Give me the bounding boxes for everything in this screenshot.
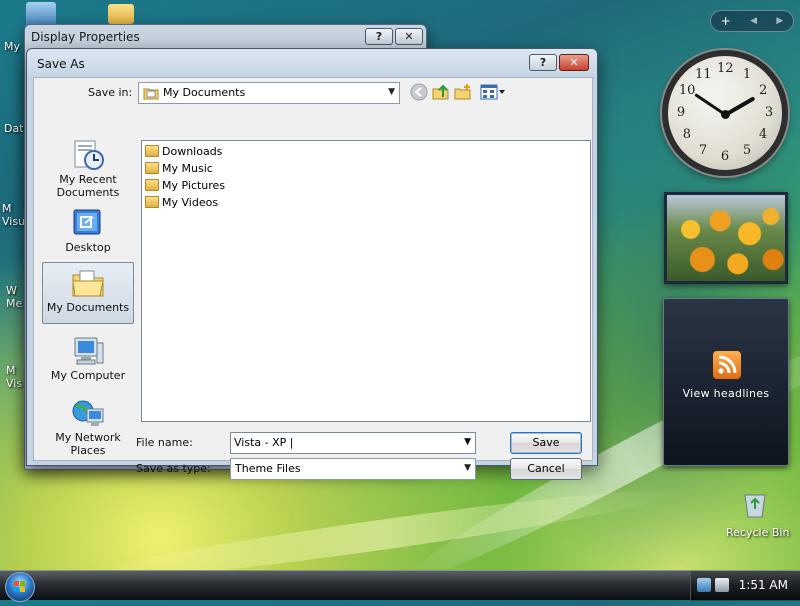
clock-numeral: 1 [742, 66, 752, 82]
previous-page-button[interactable]: ◀ [750, 16, 757, 26]
clock-numeral: 6 [720, 149, 730, 164]
music-folder-icon [145, 162, 159, 174]
my-documents-icon [71, 267, 105, 299]
clock-numeral: 12 [717, 61, 734, 76]
dialog-body: Save in: My Documents ▼ My Recent Docume… [33, 77, 593, 480]
desktop-icon-label[interactable]: M Vis [6, 364, 26, 390]
file-list[interactable]: Downloads My Music My Pictures My Videos [141, 140, 591, 422]
start-button[interactable] [5, 572, 35, 602]
file-name: My Videos [162, 195, 219, 209]
place-desktop[interactable]: Desktop [42, 202, 134, 256]
chevron-down-icon[interactable]: ▼ [464, 437, 471, 447]
place-label: My Documents [46, 301, 130, 314]
chevron-down-icon: ▼ [464, 463, 471, 473]
list-item[interactable]: Downloads [145, 143, 222, 159]
place-label: My Network Places [55, 431, 121, 457]
place-my-computer[interactable]: My Computer [42, 330, 134, 386]
network-icon[interactable] [697, 578, 711, 592]
file-name: Downloads [162, 144, 223, 158]
save-as-type-dropdown[interactable]: Theme Files ▼ [230, 458, 476, 480]
save-in-label: Save in: [88, 86, 133, 99]
list-item[interactable]: My Music [145, 160, 213, 176]
place-label: My Computer [50, 369, 126, 382]
place-label: My Recent Documents [56, 173, 120, 199]
file-name: My Pictures [162, 178, 226, 192]
recycle-bin-label[interactable]: Recycle Bin [726, 526, 789, 539]
my-documents-small-icon [143, 86, 159, 100]
pictures-folder-icon [145, 179, 159, 191]
up-one-level-icon[interactable] [432, 83, 452, 103]
clock-numeral: 11 [695, 66, 712, 82]
file-name-field[interactable]: Vista - XP | ▼ [230, 432, 476, 454]
place-my-documents[interactable]: My Documents [42, 262, 134, 324]
file-name: My Music [162, 161, 213, 175]
window-title: Display Properties [31, 30, 140, 44]
new-folder-icon[interactable] [454, 83, 474, 103]
list-item[interactable]: My Pictures [145, 177, 225, 193]
save-button[interactable]: Save [510, 432, 582, 454]
clock-numeral: 2 [758, 83, 768, 98]
place-label: Desktop [65, 241, 111, 254]
cancel-button[interactable]: Cancel [510, 458, 582, 480]
view-headlines-link[interactable]: View headlines [664, 387, 788, 400]
clock-numeral: 9 [676, 105, 686, 120]
clock-numeral: 10 [678, 83, 696, 98]
slideshow-gadget[interactable] [664, 192, 788, 284]
save-in-value: My Documents [163, 86, 246, 99]
volume-icon[interactable] [715, 578, 729, 592]
rss-icon [713, 351, 741, 379]
place-my-recent-documents[interactable]: My Recent Documents [42, 134, 134, 199]
recent-documents-icon [71, 139, 105, 171]
taskbar: 1:51 AM [0, 570, 800, 602]
save-as-type-label: Save as type: [136, 462, 211, 475]
place-my-network-places[interactable]: My Network Places [42, 392, 134, 460]
system-tray: 1:51 AM [690, 571, 800, 601]
help-button[interactable]: ? [529, 54, 557, 71]
list-item[interactable]: My Videos [145, 194, 218, 210]
views-menu-icon[interactable] [480, 83, 506, 103]
feed-headlines-gadget[interactable]: View headlines [663, 298, 789, 466]
recycle-bin-icon[interactable] [742, 490, 768, 518]
save-as-dialog: Save As ? ✕ Save in: My Documents ▼ My R… [26, 48, 598, 480]
file-name-label: File name: [136, 436, 193, 449]
clock-gadget[interactable]: 12 1 2 3 4 5 6 7 8 9 10 11 [662, 50, 788, 176]
save-in-dropdown[interactable]: My Documents ▼ [138, 82, 400, 104]
clock-center [721, 110, 730, 119]
my-computer-icon [71, 335, 105, 367]
clock-numeral: 5 [742, 143, 752, 159]
sidebar-controls: + ◀ ▶ [710, 10, 794, 32]
dialog-title: Save As [37, 57, 85, 71]
videos-folder-icon [145, 196, 159, 208]
places-bar: My Recent Documents Desktop My Documents… [42, 134, 134, 470]
folder-icon [145, 145, 159, 157]
clock-numeral: 4 [758, 127, 768, 142]
clock-numeral: 3 [764, 105, 774, 120]
clock-numeral: 8 [682, 127, 692, 142]
next-page-button[interactable]: ▶ [776, 16, 783, 26]
desktop-icon-label[interactable]: M Visu [2, 202, 26, 228]
add-gadget-button[interactable]: + [721, 14, 731, 28]
close-button[interactable]: ✕ [395, 28, 423, 45]
taskbar-clock[interactable]: 1:51 AM [739, 578, 788, 592]
chevron-down-icon: ▼ [388, 87, 395, 97]
back-icon[interactable] [410, 83, 430, 103]
network-places-icon [71, 397, 105, 429]
desktop-icon-label[interactable]: Dat [4, 122, 24, 135]
clock-numeral: 7 [698, 143, 708, 159]
file-name-value: Vista - XP | [234, 436, 294, 449]
desktop-icon-label[interactable]: My [4, 40, 20, 53]
help-button[interactable]: ? [365, 28, 393, 45]
desktop-icon [71, 207, 105, 239]
save-as-type-value: Theme Files [235, 462, 301, 475]
close-button[interactable]: ✕ [559, 54, 589, 71]
desktop-folder-icon[interactable] [108, 4, 134, 24]
